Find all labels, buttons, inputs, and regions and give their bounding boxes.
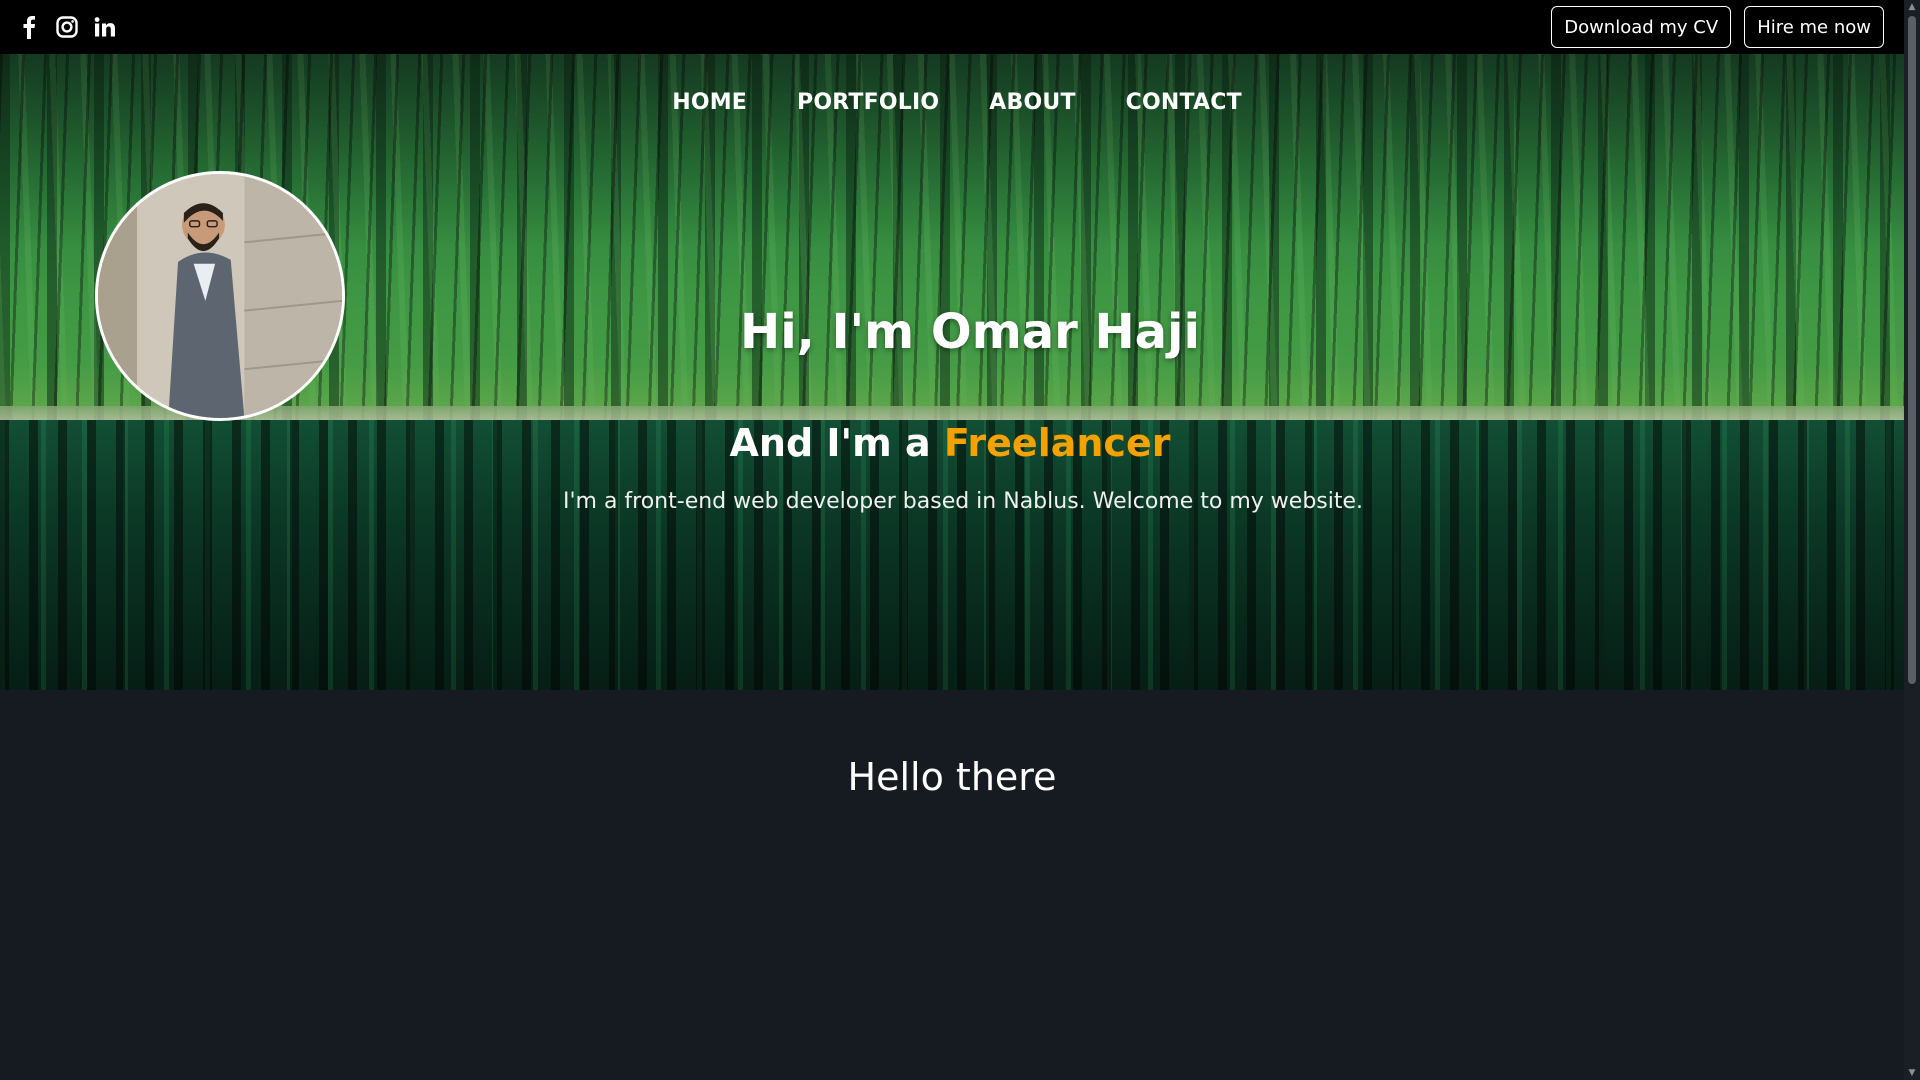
social-links: [16, 14, 118, 40]
hero-section: HOME PORTFOLIO ABOUT CONTACT Hi, I'm Oma…: [0, 54, 1904, 690]
hero-description: I'm a front-end web developer based in N…: [562, 489, 1364, 514]
intro-section: Hello there: [0, 690, 1904, 1080]
page-scrollbar[interactable]: ▲ ▼: [1904, 0, 1920, 1080]
linkedin-icon[interactable]: [92, 14, 118, 40]
download-cv-button[interactable]: Download my CV: [1551, 6, 1732, 48]
profile-photo: [98, 174, 342, 418]
top-bar: Download my CV Hire me now: [0, 0, 1904, 54]
facebook-icon[interactable]: [16, 14, 42, 40]
section-heading: Hello there: [847, 755, 1057, 799]
nav-item-home[interactable]: HOME: [672, 90, 747, 115]
nav-item-about[interactable]: ABOUT: [989, 90, 1075, 115]
instagram-icon[interactable]: [54, 14, 80, 40]
hero-subtitle-role: Freelancer: [943, 421, 1171, 465]
hero-subtitle-prefix: And I'm a: [729, 421, 944, 465]
hire-me-button[interactable]: Hire me now: [1744, 6, 1884, 48]
scroll-up-icon[interactable]: ▲: [1904, 0, 1920, 14]
main-nav: HOME PORTFOLIO ABOUT CONTACT: [0, 90, 1904, 115]
nav-item-portfolio[interactable]: PORTFOLIO: [797, 90, 939, 115]
nav-item-contact[interactable]: CONTACT: [1126, 90, 1242, 115]
scrollbar-thumb[interactable]: [1908, 16, 1916, 684]
scroll-down-icon[interactable]: ▼: [1904, 1066, 1920, 1080]
top-actions: Download my CV Hire me now: [1551, 6, 1884, 48]
avatar: [95, 171, 345, 421]
hero-subtitle: And I'm a Freelancer: [0, 421, 1900, 465]
hero-title: Hi, I'm Omar Haji: [740, 304, 1200, 360]
